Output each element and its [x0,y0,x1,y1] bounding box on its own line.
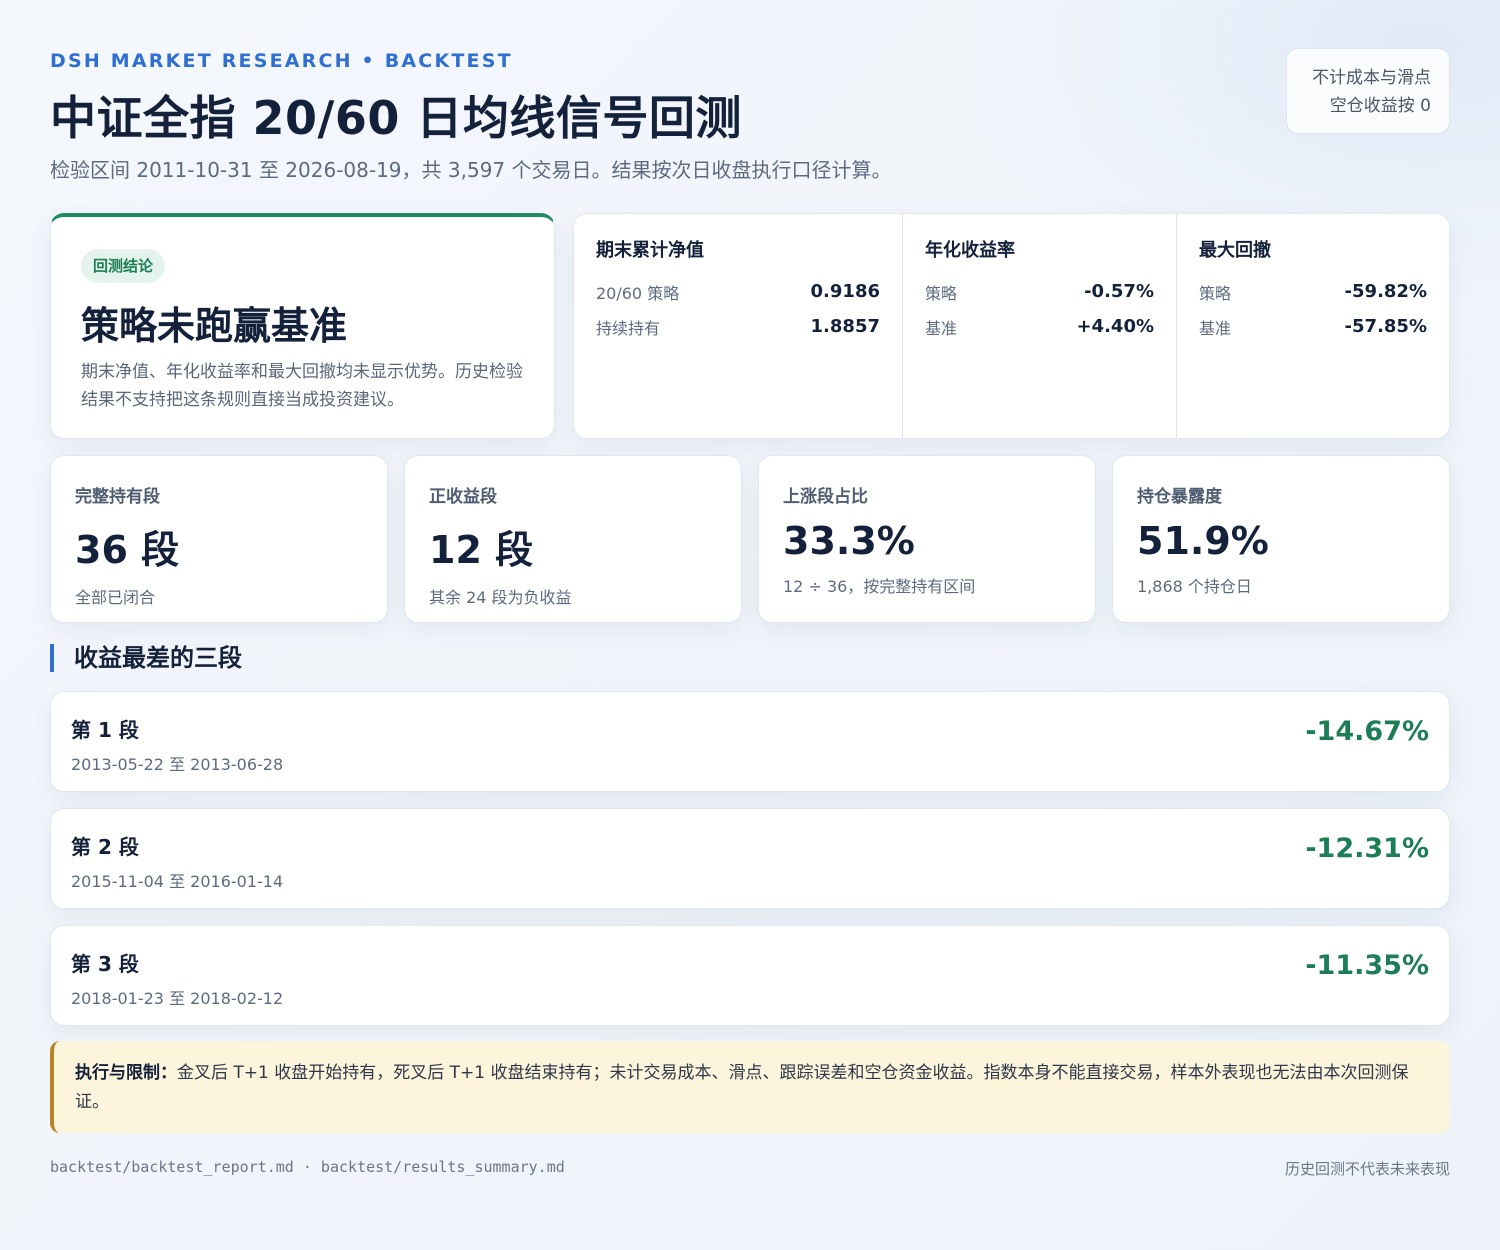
metric-label: 策略 [1199,283,1232,303]
stat-note: 1,868 个持仓日 [1137,577,1252,596]
metric-annual-return: 年化收益率 策略 -0.57% 基准 +4.40% [902,214,1176,438]
page-subtitle: 检验区间 2011-10-31 至 2026-08-19，共 3,597 个交易… [50,158,892,182]
metric-final-nav: 期末累计净值 20/60 策略 0.9186 持续持有 1.8857 [574,214,902,438]
metric-row: 基准 +4.40% [925,309,1154,344]
metric-value: -59.82% [1344,281,1427,302]
metric-value: -0.57% [1084,281,1154,302]
segment-name: 第 2 段 [71,835,139,859]
caveat-label: 执行与限制： [75,1063,177,1083]
verdict-badge: 回测结论 [81,249,166,283]
metric-row: 基准 -57.85% [1199,309,1427,344]
assumption-note-line: 空仓收益按 0 [1329,96,1431,116]
segment-row: 第 2 段 2015-11-04 至 2016-01-14 -12.31% [50,808,1450,909]
stat-card-holding-segments: 完整持有段 36 段 全部已闭合 [50,455,388,623]
metric-title: 期末累计净值 [596,240,704,261]
verdict-title: 策略未跑赢基准 [81,304,348,348]
metric-max-drawdown: 最大回撤 策略 -59.82% 基准 -57.85% [1176,214,1449,438]
verdict-card: 回测结论 策略未跑赢基准 期末净值、年化收益率和最大回撤均未显示优势。历史检验结… [50,213,555,439]
metric-value: +4.40% [1076,316,1154,337]
assumption-note-line: 不计成本与滑点 [1312,68,1431,88]
stat-note: 其余 24 段为负收益 [429,588,572,607]
stat-value: 51.9% [1137,519,1269,563]
metric-value: -57.85% [1344,316,1427,337]
stat-note: 全部已闭合 [75,588,156,607]
stat-card-positive-segments: 正收益段 12 段 其余 24 段为负收益 [404,455,742,623]
segment-date-range: 2013-05-22 至 2013-06-28 [71,755,284,774]
stat-value: 33.3% [783,519,915,563]
verdict-description: 期末净值、年化收益率和最大回撤均未显示优势。历史检验结果不支持把这条规则直接当成… [81,362,523,410]
segment-date-range: 2018-01-23 至 2018-02-12 [71,989,284,1008]
footer-sources: backtest/backtest_report.md · backtest/r… [50,1158,565,1176]
metric-row: 策略 -0.57% [925,274,1154,309]
stat-value: 36 段 [75,528,180,572]
metric-title: 年化收益率 [925,240,1015,261]
stat-label: 正收益段 [429,487,497,507]
report-kicker: DSH MARKET RESEARCH • BACKTEST [50,50,513,72]
segment-name: 第 3 段 [71,952,139,976]
caveat-box: 执行与限制：金叉后 T+1 收盘开始持有，死叉后 T+1 收盘结束持有；未计交易… [50,1041,1450,1133]
stat-label: 上涨段占比 [783,487,868,507]
metrics-card: 期末累计净值 20/60 策略 0.9186 持续持有 1.8857 年化收益率… [573,213,1450,439]
segment-return: -11.35% [1305,950,1429,981]
metric-row: 策略 -59.82% [1199,274,1427,309]
stat-note: 12 ÷ 36，按完整持有区间 [783,577,976,596]
metric-row: 20/60 策略 0.9186 [596,274,880,309]
stat-card-exposure: 持仓暴露度 51.9% 1,868 个持仓日 [1112,455,1450,623]
segment-date-range: 2015-11-04 至 2016-01-14 [71,872,284,891]
page-title: 中证全指 20/60 日均线信号回测 [50,91,742,145]
metric-label: 20/60 策略 [596,283,680,303]
metric-label: 基准 [925,318,958,338]
section-title-worst-segments: 收益最差的三段 [50,644,242,672]
metric-label: 持续持有 [596,318,661,338]
stat-card-up-ratio: 上涨段占比 33.3% 12 ÷ 36，按完整持有区间 [758,455,1096,623]
metric-label: 基准 [1199,318,1232,338]
footer-disclaimer: 历史回测不代表未来表现 [1284,1160,1450,1178]
metric-value: 0.9186 [810,281,880,302]
segment-name: 第 1 段 [71,718,139,742]
segment-return: -12.31% [1305,833,1429,864]
stat-value: 12 段 [429,528,534,572]
segment-row: 第 1 段 2013-05-22 至 2013-06-28 -14.67% [50,691,1450,792]
metric-row: 持续持有 1.8857 [596,309,880,344]
metric-value: 1.8857 [810,316,880,337]
stat-label: 持仓暴露度 [1137,487,1222,507]
segment-return: -14.67% [1305,716,1429,747]
stat-label: 完整持有段 [75,487,160,507]
caveat-text: 金叉后 T+1 收盘开始持有，死叉后 T+1 收盘结束持有；未计交易成本、滑点、… [75,1063,1409,1112]
metric-label: 策略 [925,283,958,303]
segment-row: 第 3 段 2018-01-23 至 2018-02-12 -11.35% [50,925,1450,1026]
metric-title: 最大回撤 [1199,240,1271,261]
assumption-note: 不计成本与滑点 空仓收益按 0 [1286,48,1450,134]
